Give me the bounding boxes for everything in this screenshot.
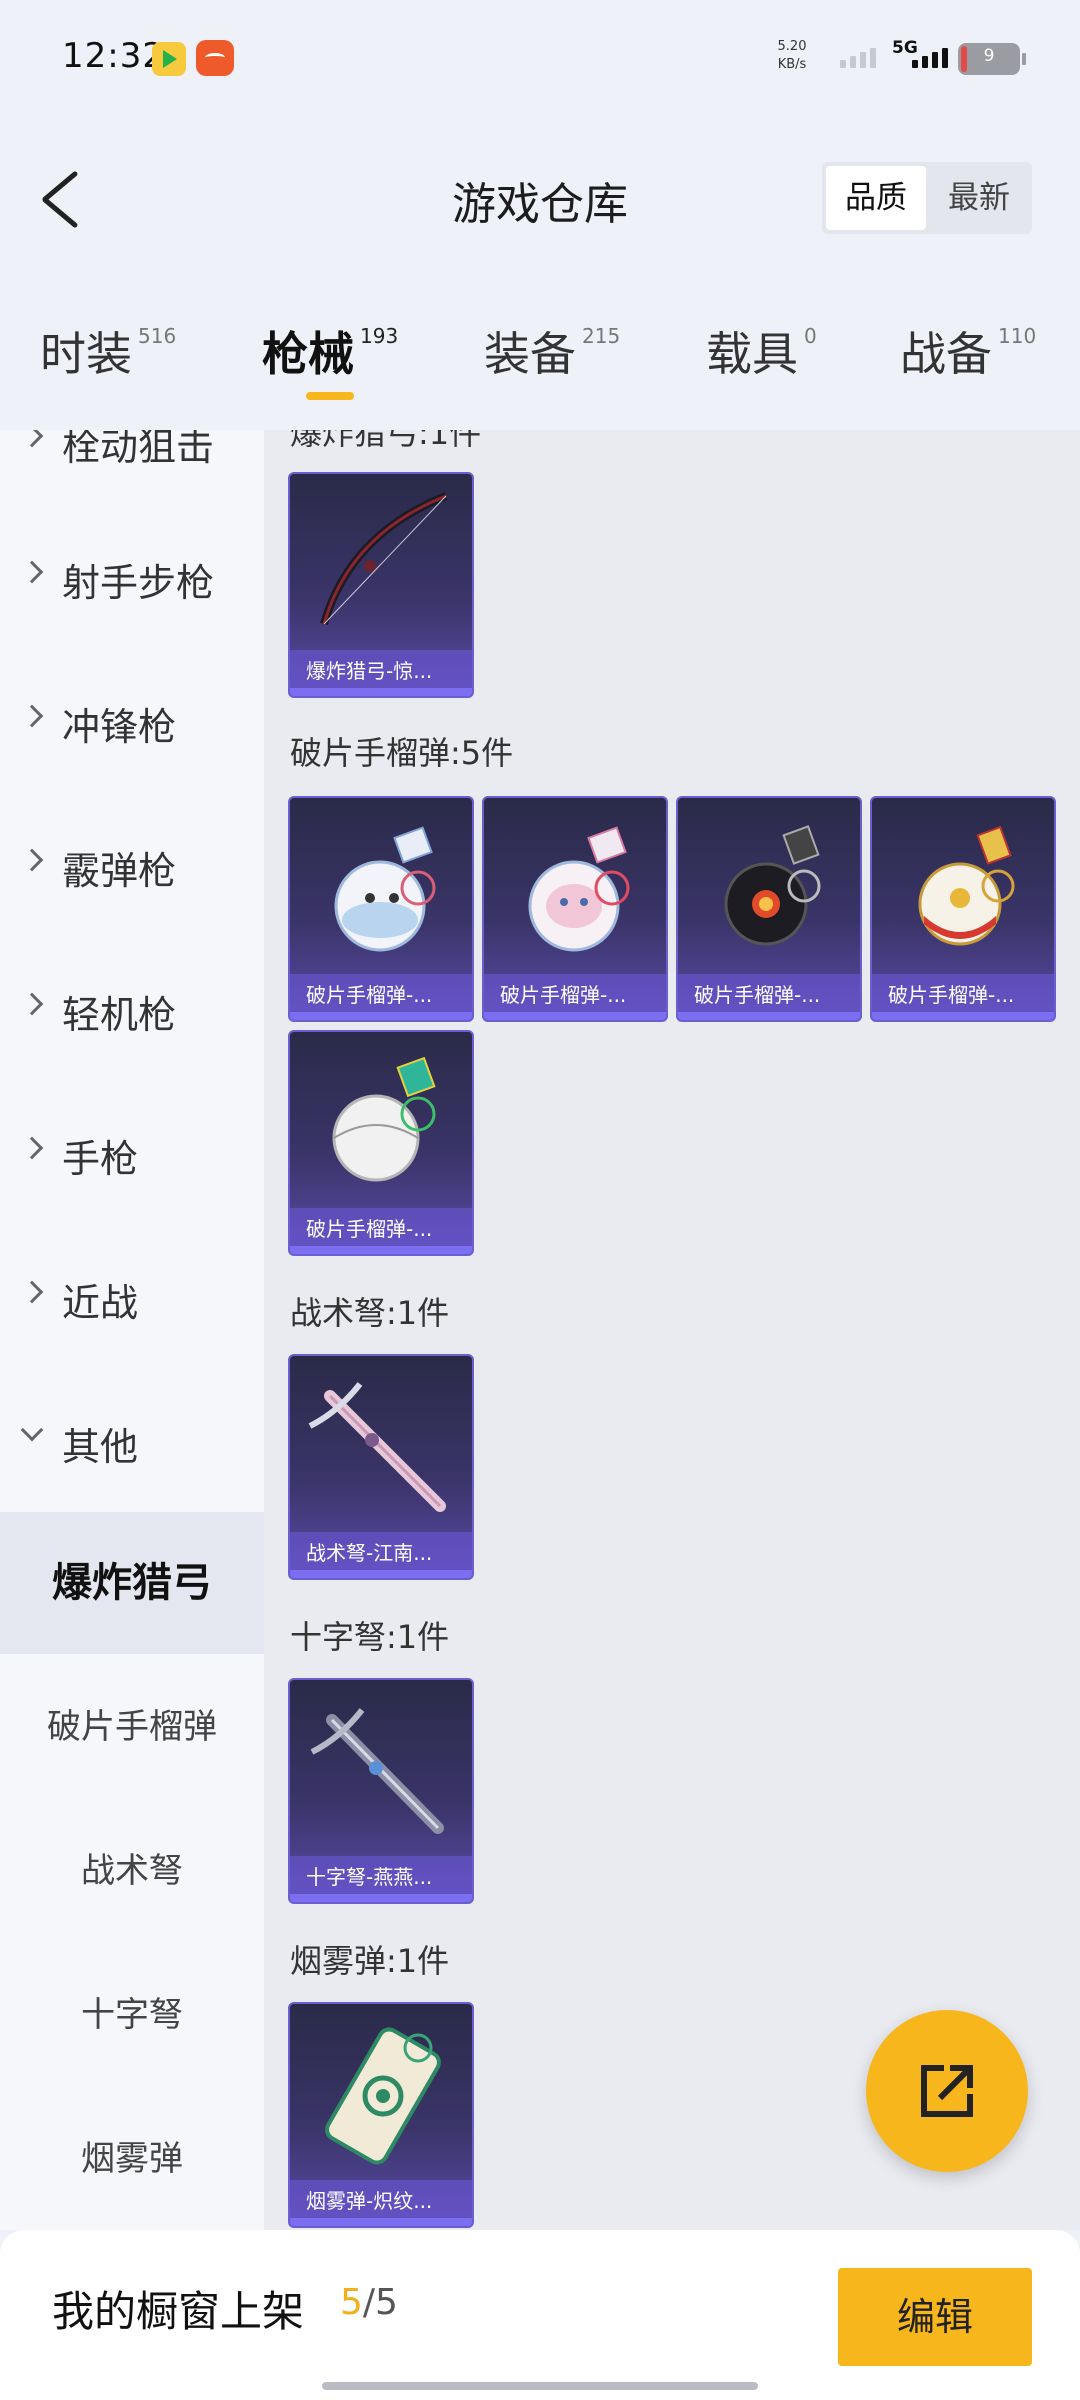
crossbow-image [310,1708,444,1834]
showcase-count: 5/5 [340,2282,398,2323]
grenade-image [724,825,821,946]
showcase-label: 我的橱窗上架 [52,2287,305,2336]
crossbow-image [308,1382,446,1512]
item-name: 破片手榴弹-... [290,1208,472,1250]
home-indicator[interactable] [322,2382,758,2390]
item-card-frag-grenade-3[interactable]: 破片手榴弹-... [676,796,862,1022]
chevron-right-icon [20,848,44,872]
active-tab-indicator [306,392,354,400]
sort-option-newest[interactable]: 最新 [930,166,1028,230]
item-card-crossbow[interactable]: 十字弩-燕燕... [288,1678,474,1904]
item-card-tactical-crossbow[interactable]: 战术弩-江南... [288,1354,474,1580]
chevron-right-icon [20,704,44,728]
sidebar-subitem-tactical-crossbow[interactable]: 战术弩 [0,1800,264,1942]
edit-button[interactable]: 编辑 [838,2268,1032,2366]
section-title-crossbow: 十字弩:1件 [290,1618,450,1656]
chevron-right-icon [20,1280,44,1304]
category-sidebar: 栓动狙击 射手步枪 冲锋枪 霰弹枪 轻机枪 手枪 近战 其他 爆炸猎弓 破片手榴… [0,430,264,2230]
item-card-frag-grenade-5[interactable]: 破片手榴弹-... [288,1030,474,1256]
section-title-explosive-bow: 爆炸猎弓:1件 [290,430,482,452]
sidebar-subitem-crossbow[interactable]: 十字弩 [0,1944,264,2086]
chevron-right-icon [20,1136,44,1160]
network-speed: 5.20 KB/s [777,39,807,72]
signal-icon-sim1 [840,48,880,68]
sidebar-item-shotgun[interactable]: 霰弹枪 [0,824,264,904]
grenade-image [918,825,1015,946]
tab-vehicles[interactable]: 载具 0 [706,318,817,398]
sidebar-item-lmg[interactable]: 轻机枪 [0,968,264,1048]
item-name: 破片手榴弹-... [872,974,1054,1016]
sidebar-item-melee[interactable]: 近战 [0,1256,264,1336]
section-title-smoke-grenade: 烟雾弹:1件 [290,1942,450,1980]
item-name: 爆炸猎弓-惊... [290,650,472,692]
chevron-right-icon [20,560,44,584]
item-name: 战术弩-江南... [290,1532,472,1574]
sort-option-quality[interactable]: 品质 [826,166,926,230]
tab-supplies[interactable]: 战备 110 [900,318,1036,398]
chevron-right-icon [20,430,44,448]
battery-level: 9 [983,46,995,66]
back-arrow-icon[interactable] [30,162,90,232]
share-icon [921,2065,973,2117]
sidebar-item-smg[interactable]: 冲锋枪 [0,680,264,760]
sort-toggle: 品质 最新 [822,162,1032,234]
item-card-frag-grenade-1[interactable]: 破片手榴弹-... [288,796,474,1022]
video-app-icon [152,42,186,76]
signal-icon-sim2 [912,48,952,68]
chevron-right-icon [20,992,44,1016]
item-name: 破片手榴弹-... [484,974,666,1016]
status-time: 12:32 [62,36,165,76]
smoke-grenade-image [325,2027,441,2165]
item-card-smoke-grenade[interactable]: 烟雾弹-炽纹... [288,2002,474,2228]
item-card-frag-grenade-4[interactable]: 破片手榴弹-... [870,796,1056,1022]
sidebar-subitem-explosive-bow[interactable]: 爆炸猎弓 [0,1512,264,1654]
item-list: 爆炸猎弓:1件 爆炸猎弓-惊... 破片手榴弹:5件 破片手榴弹-... 破片手… [264,430,1080,2230]
item-name: 十字弩-燕燕... [290,1856,472,1898]
item-card-frag-grenade-2[interactable]: 破片手榴弹-... [482,796,668,1022]
item-name: 烟雾弹-炽纹... [290,2180,472,2222]
tab-equipment[interactable]: 装备 215 [484,318,620,398]
sidebar-subitem-smoke-grenade[interactable]: 烟雾弹 [0,2088,264,2230]
sidebar-item-bolt-sniper[interactable]: 栓动狙击 [0,430,264,480]
grenade-image [528,826,630,952]
bow-image [320,492,448,626]
item-card-explosive-bow[interactable]: 爆炸猎弓-惊... [288,472,474,698]
grenade-image [334,826,436,952]
grenade-image [332,1056,436,1182]
item-name: 破片手榴弹-... [290,974,472,1016]
chevron-down-icon [20,1418,44,1442]
status-bar: 12:32 5.20 KB/s 5G 9 [0,0,1080,110]
category-tabs: 时装 516 枪械 193 装备 215 载具 0 战备 110 [0,290,1080,430]
bottom-bar: 我的橱窗上架 5/5 编辑 [0,2230,1080,2400]
tab-fashion[interactable]: 时装 516 [40,318,176,398]
page-title: 游戏仓库 [452,179,628,230]
sidebar-item-pistol[interactable]: 手枪 [0,1112,264,1192]
item-name: 破片手榴弹-... [678,974,860,1016]
sidebar-item-marksman-rifle[interactable]: 射手步枪 [0,536,264,616]
sidebar-item-other[interactable]: 其他 [0,1400,264,1480]
section-title-frag-grenade: 破片手榴弹:5件 [290,734,514,772]
sidebar-subitem-frag-grenade[interactable]: 破片手榴弹 [0,1656,264,1798]
game-app-icon [196,40,234,76]
tab-guns[interactable]: 枪械 193 [262,318,398,398]
section-title-tactical-crossbow: 战术弩:1件 [290,1294,450,1332]
share-button[interactable] [866,2010,1028,2172]
